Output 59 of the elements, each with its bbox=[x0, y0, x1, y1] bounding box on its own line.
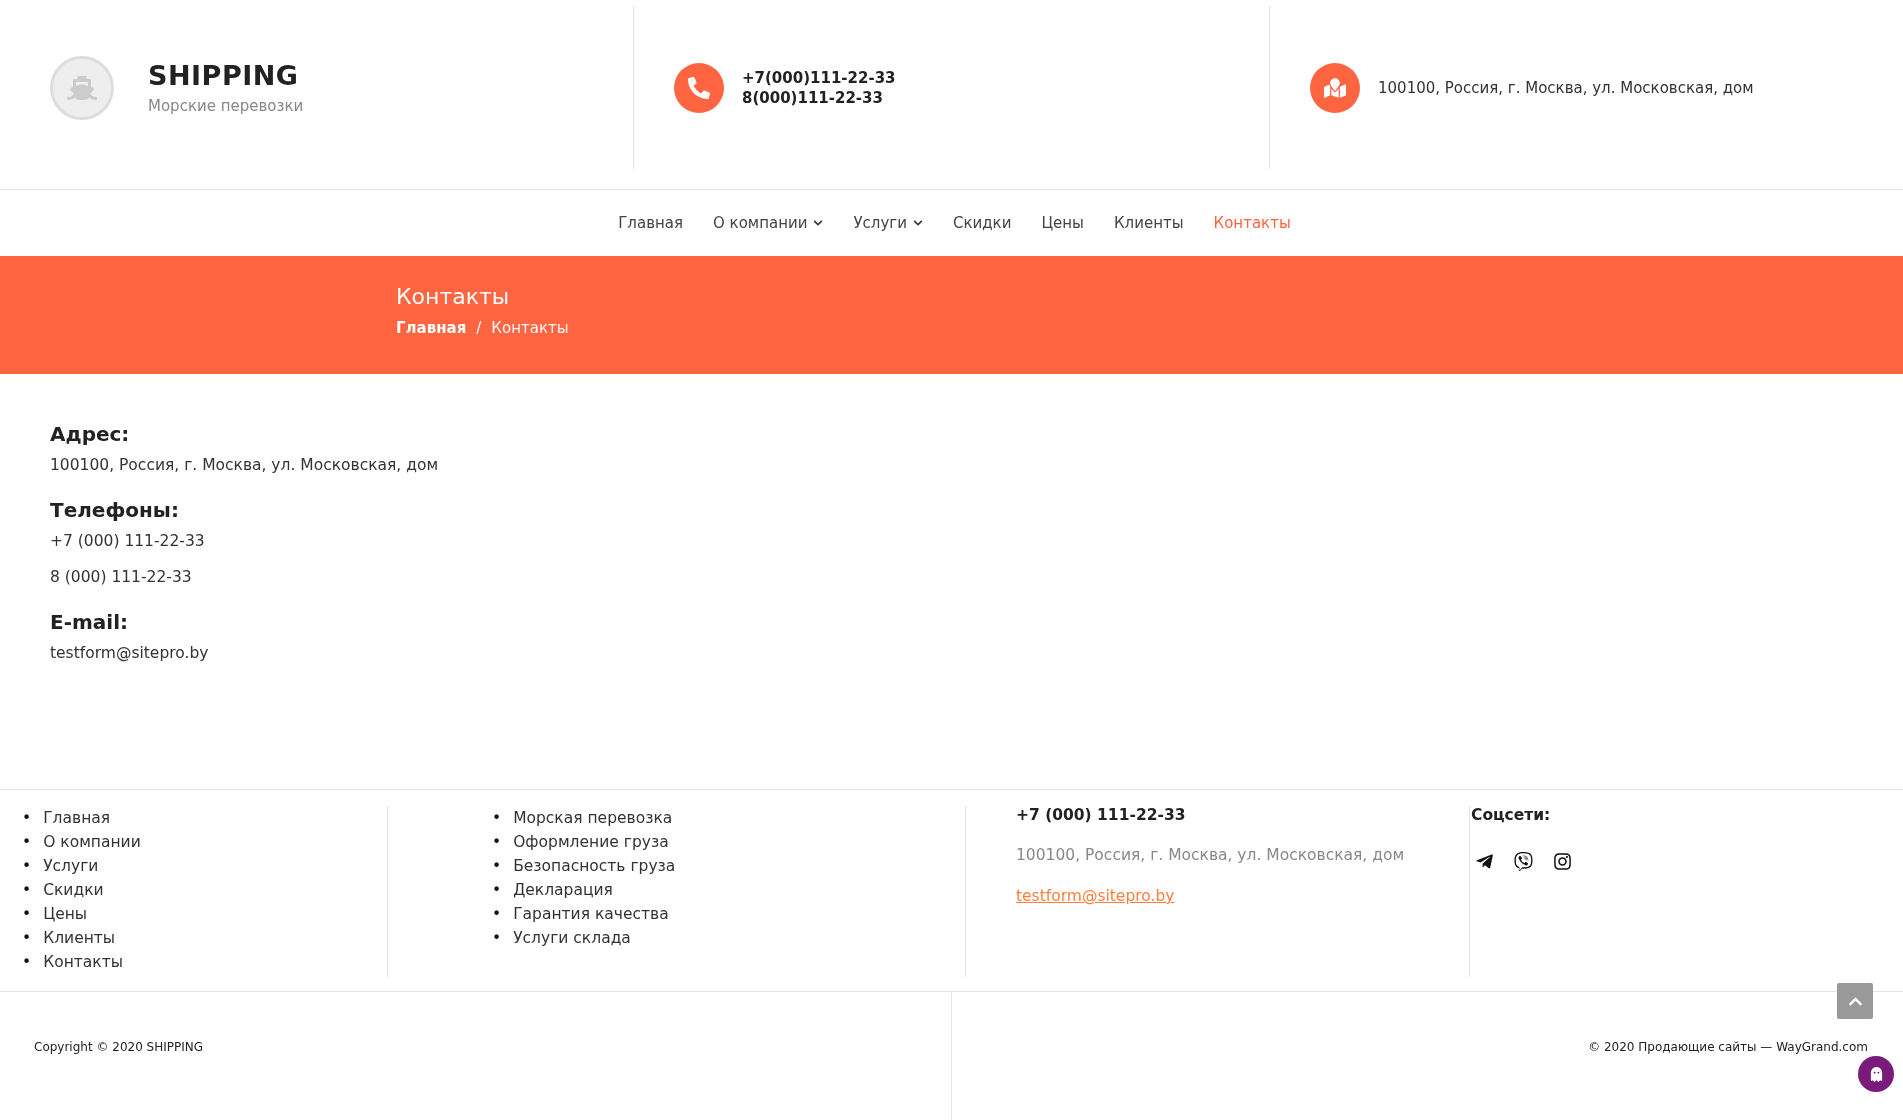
contact-text: 8 (000) 111-22-33 bbox=[50, 568, 193, 586]
footer-link[interactable]: Главная bbox=[43, 806, 111, 830]
contact-text: +7 (000) 111-22-33 bbox=[50, 532, 206, 550]
nav-link[interactable]: Клиенты bbox=[1113, 214, 1184, 232]
footer-link[interactable]: Оформление груза bbox=[513, 830, 669, 854]
bullet: • bbox=[492, 904, 502, 925]
nav-link[interactable]: Скидки bbox=[952, 214, 1012, 232]
logo-title: SHIPPING bbox=[148, 60, 300, 91]
nav-link[interactable]: Главная bbox=[618, 214, 683, 232]
credit-text: © 2020 Продающие сайты — WayGrand.com bbox=[1588, 1040, 1868, 1054]
bullet: • bbox=[492, 832, 502, 853]
chat-button[interactable] bbox=[1858, 1056, 1894, 1092]
footer-link[interactable]: Морская перевозка bbox=[513, 806, 673, 830]
contact-heading: Адрес: bbox=[50, 422, 131, 446]
viber-icon[interactable] bbox=[1514, 852, 1533, 871]
logo-subtitle: Морские перевозки bbox=[148, 97, 304, 115]
phone-number: 8(000)111-22-33 bbox=[742, 88, 884, 107]
bullet: • bbox=[22, 856, 32, 877]
bullet: • bbox=[22, 904, 32, 925]
footer-link[interactable]: Декларация bbox=[513, 878, 613, 902]
social-title: Соцсети: bbox=[1471, 806, 1552, 824]
ghost-icon bbox=[1868, 1066, 1884, 1082]
footer-link[interactable]: Цены bbox=[43, 902, 88, 926]
footer-link[interactable]: Контакты bbox=[43, 950, 123, 974]
contact-heading: E-mail: bbox=[50, 610, 129, 634]
bullet: • bbox=[22, 952, 32, 973]
bullet: • bbox=[22, 880, 32, 901]
page-title: Контакты bbox=[396, 284, 511, 309]
footer-link[interactable]: Клиенты bbox=[43, 926, 116, 950]
telegram-icon[interactable] bbox=[1475, 852, 1494, 871]
footer-link[interactable]: Скидки bbox=[43, 878, 104, 902]
footer-phone: +7 (000) 111-22-33 bbox=[1016, 806, 1187, 824]
contact-heading: Телефоны: bbox=[50, 498, 180, 522]
footer-link[interactable]: Услуги склада bbox=[513, 926, 631, 950]
bullet: • bbox=[492, 928, 502, 949]
copyright-text: Copyright © 2020 SHIPPING bbox=[34, 1040, 205, 1054]
nav-link[interactable]: О компании bbox=[713, 214, 824, 232]
breadcrumb-current: Контакты bbox=[491, 319, 569, 337]
bullet: • bbox=[22, 808, 32, 829]
bullet: • bbox=[492, 880, 502, 901]
instagram-icon[interactable] bbox=[1553, 852, 1572, 871]
phone-number: +7(000)111-22-33 bbox=[742, 68, 896, 87]
nav-link[interactable]: Услуги bbox=[853, 214, 923, 232]
map-icon bbox=[1310, 62, 1360, 113]
bullet: • bbox=[492, 808, 502, 829]
phone-icon bbox=[674, 62, 724, 113]
footer-address: 100100, Россия, г. Москва, ул. Московская, дом bbox=[1016, 846, 1406, 864]
footer-link[interactable]: О компании bbox=[43, 830, 141, 854]
contact-text: 100100, Россия, г. Москва, ул. Московская, дом bbox=[50, 456, 440, 474]
bullet: • bbox=[22, 832, 32, 853]
breadcrumb-separator: / bbox=[476, 319, 482, 337]
footer-link[interactable]: Гарантия качества bbox=[513, 902, 669, 926]
footer-link[interactable]: Услуги bbox=[43, 854, 99, 878]
footer-link[interactable]: Безопасность груза bbox=[513, 854, 676, 878]
bullet: • bbox=[22, 928, 32, 949]
contact-text: testform@sitepro.by bbox=[50, 644, 210, 662]
nav-link[interactable]: Цены bbox=[1041, 214, 1084, 232]
address-text: 100100, Россия, г. Москва, ул. Московская, дом bbox=[1378, 78, 1754, 97]
bullet: • bbox=[492, 856, 502, 877]
